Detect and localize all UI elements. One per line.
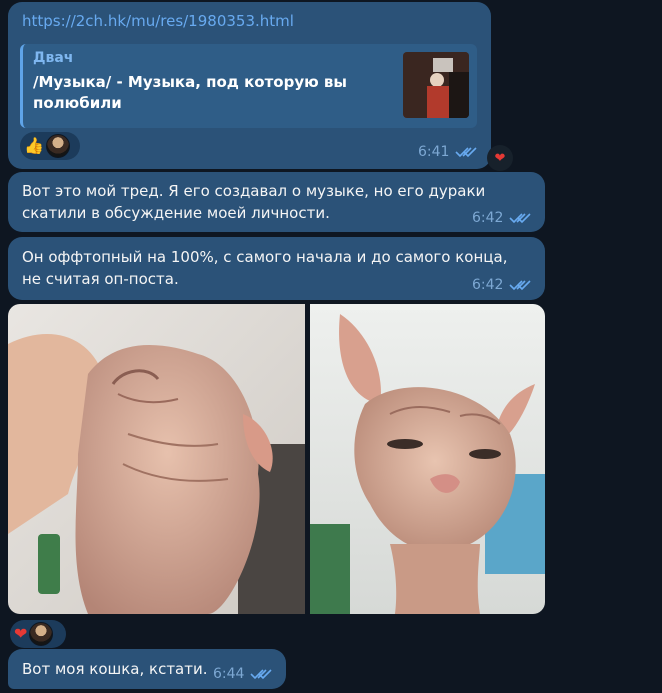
link-preview[interactable]: Двач /Музыка/ - Музыка, под которую вы п… xyxy=(20,44,477,128)
message-time: 6:42 xyxy=(472,277,504,293)
message-meta: 6:41 xyxy=(418,144,478,160)
message-time: 6:41 xyxy=(418,144,450,160)
double-check-icon xyxy=(455,147,478,158)
double-check-icon xyxy=(509,280,532,291)
avatar xyxy=(29,622,54,646)
reactions-pill[interactable]: 👍 xyxy=(20,132,80,160)
double-check-icon xyxy=(509,213,532,224)
avatar xyxy=(45,134,70,158)
thread-link[interactable]: https://2ch.hk/mu/res/1980353.html xyxy=(22,12,294,30)
text-message-bubble[interactable]: Вот это мой тред. Я его создавал о музык… xyxy=(8,172,545,232)
heart-icon: ❤ xyxy=(14,624,28,643)
preview-title: /Музыка/ - Музыка, под которую вы полюби… xyxy=(33,73,347,112)
text-message-bubble[interactable]: Он оффтопный на 100%, с самого начала и … xyxy=(8,237,545,300)
heart-icon: ❤ xyxy=(494,150,506,166)
link-message-bubble[interactable]: https://2ch.hk/mu/res/1980353.html Двач … xyxy=(8,2,491,169)
sphynx-cat-photo-2[interactable] xyxy=(310,304,545,614)
sphynx-cat-photo-1[interactable] xyxy=(8,304,305,614)
message-meta: 6:44 xyxy=(213,666,273,682)
message-text: Вот моя кошка, кстати. xyxy=(22,660,208,678)
message-time: 6:42 xyxy=(472,210,504,226)
message-meta: 6:42 xyxy=(472,277,532,293)
thumbs-up-icon: 👍 xyxy=(24,136,44,155)
preview-thumbnail xyxy=(403,52,469,118)
heart-reaction-badge[interactable]: ❤ xyxy=(487,145,513,171)
message-meta: 6:42 xyxy=(472,210,532,226)
text-message-bubble[interactable]: Вот моя кошка, кстати. 6:44 xyxy=(8,649,286,689)
double-check-icon xyxy=(250,669,273,680)
message-time: 6:44 xyxy=(213,666,245,682)
message-text: Он оффтопный на 100%, с самого начала и … xyxy=(22,248,508,288)
photo-reactions-pill[interactable]: ❤ xyxy=(10,620,66,648)
preview-site-name: Двач xyxy=(33,50,74,66)
message-text: Вот это мой тред. Я его создавал о музык… xyxy=(22,182,486,222)
